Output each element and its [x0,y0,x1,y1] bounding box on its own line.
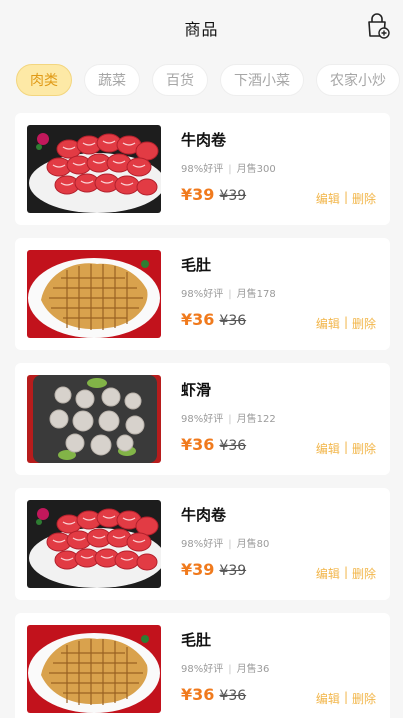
card-actions: 编辑 | 删除 [316,440,376,457]
header: 商品 [0,0,403,56]
divider: | [228,664,232,675]
product-meta: 98%好评 | 月售36 [181,660,269,675]
product-name: 虾滑 [181,381,212,399]
product-name: 毛肚 [181,631,212,649]
monthly-sales: 月售122 [236,414,276,425]
delete-button[interactable]: 删除 [352,565,376,582]
price: ¥39 [181,560,215,579]
original-price: ¥36 [219,688,247,704]
product-info: 虾滑 98%好评 | 月售122 ¥36 ¥36 编辑 | 删除 [161,363,390,475]
price-row: ¥39 ¥39 [181,560,246,579]
rating: 98%好评 [181,539,224,550]
tab-goods[interactable]: 百货 [152,64,208,96]
original-price: ¥36 [219,313,247,329]
card-actions: 编辑 | 删除 [316,690,376,707]
card-actions: 编辑 | 删除 [316,190,376,207]
divider: | [228,414,232,425]
product-card[interactable]: 毛肚 98%好评 | 月售178 ¥36 ¥36 编辑 | 删除 [15,238,390,350]
product-meta: 98%好评 | 月售300 [181,160,276,175]
rating: 98%好评 [181,664,224,675]
add-product-icon[interactable] [363,12,391,40]
rating: 98%好评 [181,289,224,300]
product-info: 毛肚 98%好评 | 月售178 ¥36 ¥36 编辑 | 删除 [161,238,390,350]
divider: | [343,690,348,704]
price-row: ¥39 ¥39 [181,185,246,204]
product-info: 毛肚 98%好评 | 月售36 ¥36 ¥36 编辑 | 删除 [161,613,390,718]
product-card[interactable]: 牛肉卷 98%好评 | 月售80 ¥39 ¥39 编辑 | 删除 [15,488,390,600]
price: ¥36 [181,435,215,454]
edit-button[interactable]: 编辑 [316,315,340,332]
tab-farm-stir-fry[interactable]: 农家小炒 [316,64,400,96]
edit-button[interactable]: 编辑 [316,190,340,207]
original-price: ¥39 [219,563,247,579]
product-image [27,500,161,588]
tab-vegetables[interactable]: 蔬菜 [84,64,140,96]
card-actions: 编辑 | 删除 [316,315,376,332]
edit-button[interactable]: 编辑 [316,440,340,457]
price: ¥36 [181,310,215,329]
divider: | [343,565,348,579]
category-tabs: 肉类 蔬菜 百货 下酒小菜 农家小炒 [0,56,403,104]
divider: | [343,315,348,329]
price: ¥39 [181,185,215,204]
product-info: 牛肉卷 98%好评 | 月售300 ¥39 ¥39 编辑 | 删除 [161,113,390,225]
product-image [27,250,161,338]
product-meta: 98%好评 | 月售122 [181,410,276,425]
delete-button[interactable]: 删除 [352,440,376,457]
divider: | [228,289,232,300]
card-actions: 编辑 | 删除 [316,565,376,582]
monthly-sales: 月售300 [236,164,276,175]
price-row: ¥36 ¥36 [181,435,246,454]
product-card[interactable]: 毛肚 98%好评 | 月售36 ¥36 ¥36 编辑 | 删除 [15,613,390,718]
price-row: ¥36 ¥36 [181,685,246,704]
edit-button[interactable]: 编辑 [316,690,340,707]
edit-button[interactable]: 编辑 [316,565,340,582]
monthly-sales: 月售36 [236,664,270,675]
price: ¥36 [181,685,215,704]
tab-side-dishes[interactable]: 下酒小菜 [220,64,304,96]
page-title: 商品 [184,20,219,39]
delete-button[interactable]: 删除 [352,690,376,707]
monthly-sales: 月售80 [236,539,270,550]
price-row: ¥36 ¥36 [181,310,246,329]
product-info: 牛肉卷 98%好评 | 月售80 ¥39 ¥39 编辑 | 删除 [161,488,390,600]
product-list: 牛肉卷 98%好评 | 月售300 ¥39 ¥39 编辑 | 删除 毛肚 98%… [0,104,403,718]
product-meta: 98%好评 | 月售80 [181,535,269,550]
rating: 98%好评 [181,164,224,175]
product-image [27,125,161,213]
product-name: 牛肉卷 [181,506,227,524]
original-price: ¥36 [219,438,247,454]
rating: 98%好评 [181,414,224,425]
product-name: 牛肉卷 [181,131,227,149]
divider: | [228,164,232,175]
product-name: 毛肚 [181,256,212,274]
delete-button[interactable]: 删除 [352,315,376,332]
product-meta: 98%好评 | 月售178 [181,285,276,300]
product-card[interactable]: 虾滑 98%好评 | 月售122 ¥36 ¥36 编辑 | 删除 [15,363,390,475]
delete-button[interactable]: 删除 [352,190,376,207]
divider: | [228,539,232,550]
divider: | [343,190,348,204]
tab-meat[interactable]: 肉类 [16,64,72,96]
product-card[interactable]: 牛肉卷 98%好评 | 月售300 ¥39 ¥39 编辑 | 删除 [15,113,390,225]
original-price: ¥39 [219,188,247,204]
product-image [27,625,161,713]
product-image [27,375,161,463]
divider: | [343,440,348,454]
monthly-sales: 月售178 [236,289,276,300]
